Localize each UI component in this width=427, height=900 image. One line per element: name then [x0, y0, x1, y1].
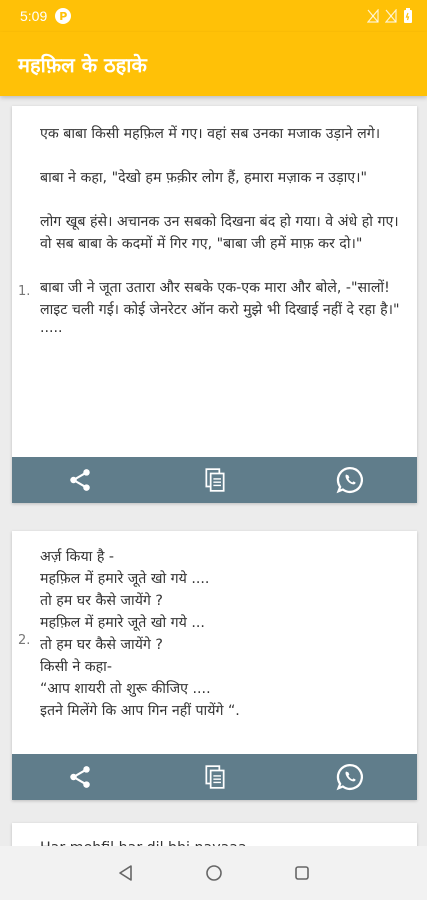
joke-list[interactable]: 1. एक बाबा किसी महफ़िल में गए। वहां सब उ…	[0, 96, 427, 846]
joke-card: Har mehfil har dil bhi nayaaa	[12, 823, 417, 846]
copy-icon	[204, 765, 225, 789]
joke-line: अर्ज़ किया है -	[40, 549, 115, 565]
share-icon	[69, 469, 90, 491]
joke-line: महफ़िल में हमारे जूते खो गये ...	[40, 615, 205, 631]
copy-button[interactable]	[193, 458, 237, 502]
back-icon	[118, 865, 132, 881]
joke-number: 2.	[18, 633, 31, 648]
joke-paragraph: बाबा जी ने जूता उतारा और सबके एक-एक मारा…	[40, 280, 400, 318]
joke-line: Har mehfil har dil bhi nayaaa	[40, 837, 403, 846]
joke-line: तो हम घर कैसे जायेंगे ?	[40, 637, 163, 653]
joke-ellipsis: .....	[40, 320, 63, 336]
whatsapp-button[interactable]	[328, 755, 372, 799]
whatsapp-icon	[336, 466, 363, 494]
joke-line: महफ़िल में हमारे जूते खो गये ....	[40, 571, 210, 587]
signal-off-icon	[367, 9, 379, 23]
back-button[interactable]	[111, 858, 141, 888]
copy-button[interactable]	[193, 755, 237, 799]
system-nav-bar	[0, 846, 427, 900]
status-bar: 5:09 P	[0, 0, 427, 32]
joke-text[interactable]: Har mehfil har dil bhi nayaaa	[12, 823, 417, 846]
joke-number: 1.	[18, 284, 31, 299]
share-icon	[69, 766, 90, 788]
home-button[interactable]	[199, 858, 229, 888]
page-title: महफ़िल के ठहाके	[18, 52, 147, 77]
joke-line: “आप शायरी तो शुरू कीजिए ....	[40, 681, 211, 697]
app-notification-icon: P	[55, 8, 72, 24]
copy-icon	[204, 468, 225, 492]
share-button[interactable]	[58, 755, 102, 799]
app-bar: महफ़िल के ठहाके	[0, 32, 427, 96]
home-icon	[205, 865, 222, 881]
joke-paragraph: एक बाबा किसी महफ़िल में गए। वहां सब उनका…	[40, 126, 381, 142]
joke-paragraph: बाबा ने कहा, "देखो हम फ़क़ीर लोग हैं, हम…	[40, 170, 368, 186]
joke-text[interactable]: एक बाबा किसी महफ़िल में गए। वहां सब उनका…	[12, 106, 417, 335]
signal-off-icon-2	[385, 9, 397, 23]
joke-card: 2. अर्ज़ किया है - महफ़िल में हमारे जूते…	[12, 531, 417, 800]
joke-card: 1. एक बाबा किसी महफ़िल में गए। वहां सब उ…	[12, 106, 417, 503]
joke-text[interactable]: अर्ज़ किया है - महफ़िल में हमारे जूते खो…	[12, 531, 417, 722]
card-action-bar	[12, 457, 417, 503]
joke-line: तो हम घर कैसे जायेंगे ?	[40, 593, 163, 609]
recents-button[interactable]	[287, 858, 317, 888]
whatsapp-icon	[336, 763, 363, 791]
share-button[interactable]	[58, 458, 102, 502]
joke-line: किसी ने कहा-	[40, 659, 112, 675]
card-action-bar	[12, 754, 417, 800]
joke-line: इतने मिलेंगे कि आप गिन नहीं पायेंगे “.	[40, 703, 240, 719]
whatsapp-button[interactable]	[328, 458, 372, 502]
joke-paragraph: लोग खूब हंसे। अचानक उन सबको दिखना बंद हो…	[40, 214, 399, 252]
battery-icon	[404, 8, 412, 23]
status-icons	[367, 8, 413, 24]
status-time: 5:09	[20, 8, 48, 24]
recents-icon	[294, 866, 309, 880]
